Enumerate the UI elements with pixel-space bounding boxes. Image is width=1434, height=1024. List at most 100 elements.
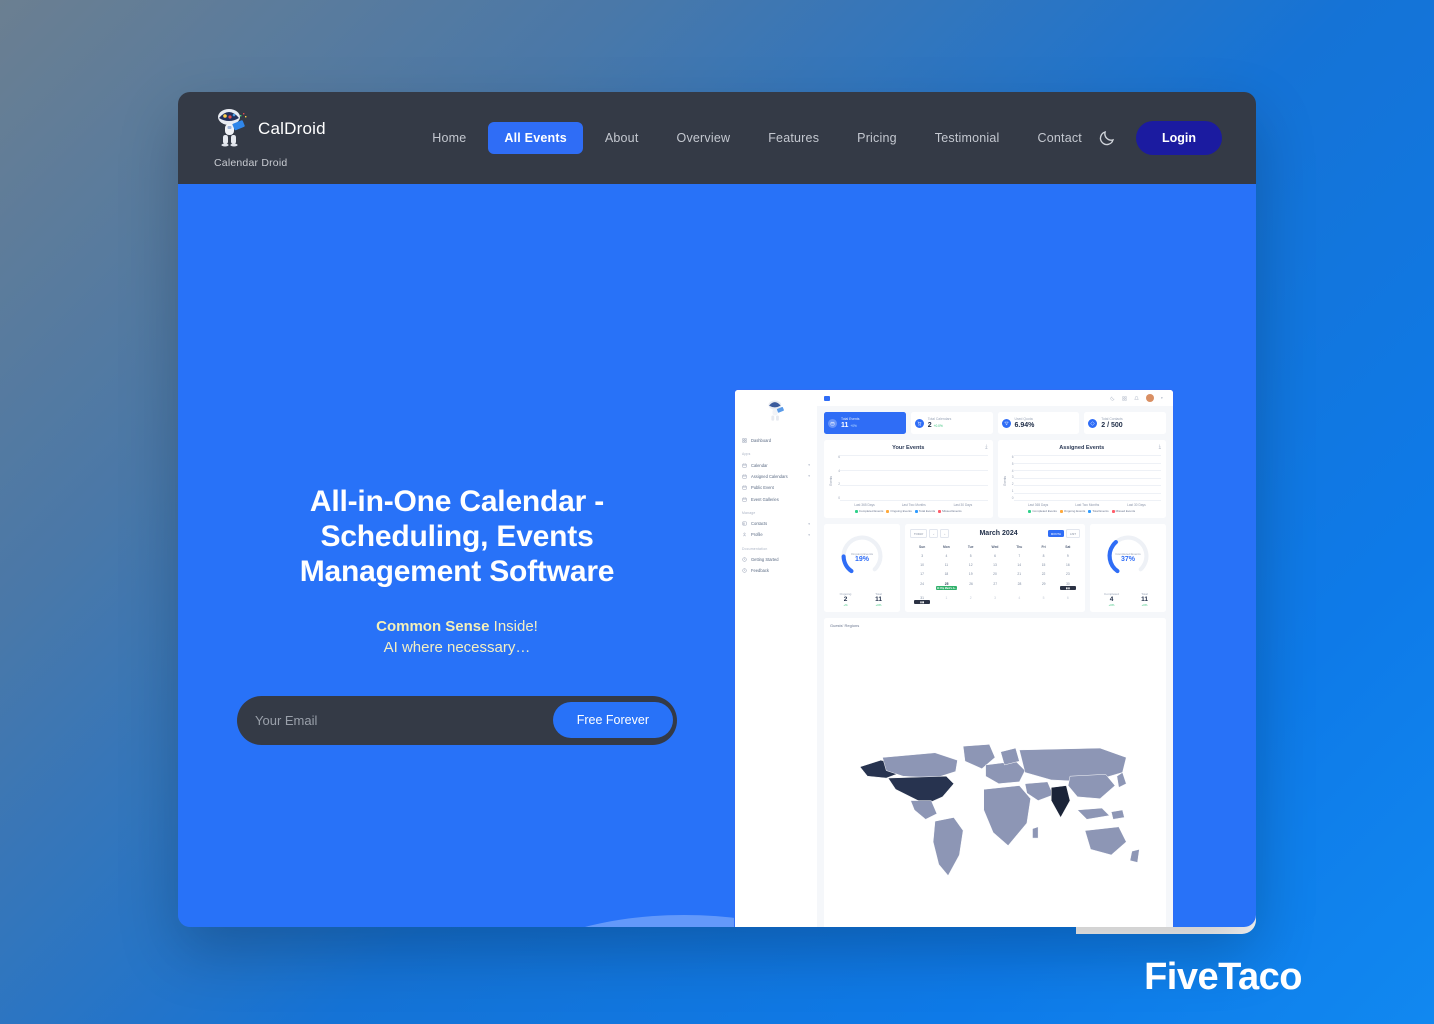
header-actions: Login: [1098, 121, 1222, 155]
sidebar-item-label: Event Galleries: [751, 496, 779, 502]
stat-card-total-events[interactable]: Total Events 11 +0%: [824, 412, 906, 434]
email-input[interactable]: [255, 712, 553, 728]
sidebar-item-calendar[interactable]: Calendar ▾: [735, 459, 817, 470]
hamburger-icon[interactable]: [824, 395, 830, 401]
dow-label: Mon: [943, 544, 950, 549]
chevron-down-icon[interactable]: ▾: [1161, 396, 1166, 401]
calendar-day[interactable]: 12: [959, 561, 983, 570]
sidebar-item-assigned-calendars[interactable]: Assigned Calendars ▾: [735, 471, 817, 482]
calendar-day[interactable]: 4: [1007, 593, 1031, 607]
calendar-day[interactable]: 24: [910, 579, 934, 593]
signup-form: Free Forever: [237, 695, 677, 745]
calendar-week: 24 25 11:45p Mark's b... 26 27 28 29 30 ▮▮▮: [910, 579, 1080, 593]
calendar-day[interactable]: 19: [959, 570, 983, 579]
calendar-grid: Sun Mon Tue Wed Thu Fri Sat 3 4 5 6 7 8 9 10 11 12 13 14 15…: [910, 542, 1080, 607]
brand-logo[interactable]: CalDroid Calendar Droid: [212, 107, 394, 169]
stat-card-used-quota[interactable]: Used Quota 6.94%: [997, 412, 1080, 434]
sidebar-item-dashboard[interactable]: Dashboard: [735, 435, 817, 446]
calendar-day[interactable]: 6: [1056, 593, 1080, 607]
calendar-day[interactable]: 6: [983, 551, 1007, 560]
calendar-day[interactable]: 28: [1007, 579, 1031, 593]
grid-icon-small[interactable]: [1122, 395, 1127, 401]
guests-regions-map: Guests' Regions: [824, 617, 1166, 927]
sidebar-item-event-galleries[interactable]: Event Galleries: [735, 494, 817, 505]
calendar-day[interactable]: 22: [1031, 570, 1055, 579]
sidebar-item-contacts[interactable]: Contacts ▾: [735, 518, 817, 529]
sidebar-item-getting-started[interactable]: Getting Started: [735, 554, 817, 565]
calendar-day[interactable]: 5: [959, 551, 983, 560]
calendar-day[interactable]: 3: [983, 593, 1007, 607]
list-view-button[interactable]: LIST: [1066, 529, 1080, 539]
today-button[interactable]: TODAY: [910, 529, 928, 539]
stat-label: Total Calendars: [927, 417, 952, 421]
gauge-left-stat: Completed 4 +0%: [1104, 591, 1119, 607]
calendar-day[interactable]: 31 ▮▮▮: [910, 593, 934, 607]
nav-link-contact[interactable]: Contact: [1022, 122, 1098, 154]
calendar-day[interactable]: 17: [910, 570, 934, 579]
calendar-day[interactable]: 9: [1056, 551, 1080, 560]
calendar-icon: [742, 497, 747, 502]
calendar-day[interactable]: 1: [934, 593, 958, 607]
bell-icon-small[interactable]: [1133, 395, 1140, 401]
calendar-day[interactable]: 4: [934, 551, 958, 560]
calendar-day[interactable]: 25 11:45p Mark's b...: [934, 579, 959, 593]
calendar-event[interactable]: ▮▮▮: [1059, 586, 1077, 591]
stat-delta: +0%: [850, 424, 857, 428]
calendar-day[interactable]: 18: [934, 570, 958, 579]
calendar-day[interactable]: 3: [910, 551, 934, 560]
calendar-day[interactable]: 2: [959, 593, 983, 607]
nav-link-about[interactable]: About: [589, 122, 655, 154]
nav-link-overview[interactable]: Overview: [661, 122, 747, 154]
filter-icon: [1001, 418, 1011, 428]
calendar-day[interactable]: 11: [934, 561, 958, 570]
completed-events-gauge: Completed Events 37% Completed 4 +0% Total 11 +…: [1090, 524, 1166, 612]
stat-value: 2 +0.0%: [927, 422, 943, 429]
calendar-day[interactable]: 16: [1056, 561, 1080, 570]
robot-icon-small: [768, 400, 784, 421]
prev-month-button[interactable]: ‹: [929, 529, 939, 539]
calendar-day[interactable]: 23: [1056, 570, 1080, 579]
free-forever-button[interactable]: Free Forever: [552, 702, 673, 739]
chart-legend: Completed Events Ongoing Events Total Even…: [1003, 509, 1162, 513]
stat-card-total-contacts[interactable]: Total Contacts 2 / 500: [1084, 412, 1166, 434]
download-icon[interactable]: ⤓: [1159, 444, 1161, 450]
calendar-day[interactable]: 15: [1031, 561, 1055, 570]
calendar-day[interactable]: 10: [910, 561, 934, 570]
avatar[interactable]: [1146, 394, 1154, 402]
month-view-button[interactable]: MONTH: [1047, 530, 1065, 538]
download-icon[interactable]: ⤓: [985, 444, 987, 450]
calendar-day[interactable]: 13: [983, 561, 1007, 570]
moon-icon[interactable]: [1098, 129, 1116, 147]
sidebar-item-feedback[interactable]: Feedback: [735, 565, 817, 576]
calendar-event[interactable]: ▮▮▮: [914, 600, 931, 605]
calendar-header: TODAY ‹ › March 2024 MONTH LIST: [910, 529, 1080, 539]
sidebar-item-label: Contacts: [751, 521, 768, 527]
calendar-day[interactable]: 8: [1031, 551, 1055, 560]
nav-link-pricing[interactable]: Pricing: [841, 122, 913, 154]
main-navigation: Home All Events About Overview Features Prici…: [416, 122, 1098, 154]
x-tick-label: Last Two Months: [901, 503, 926, 507]
moon-icon-small[interactable]: [1110, 396, 1115, 401]
nav-link-features[interactable]: Features: [752, 122, 835, 154]
legend-item: Total Events: [1088, 509, 1109, 513]
chart-your-events: Your Events⤓Events6420Last 365 DaysLast …: [824, 440, 993, 518]
sidebar-item-public-event[interactable]: Public Event: [735, 482, 817, 493]
calendar-day[interactable]: 14: [1007, 561, 1031, 570]
nav-link-testimonial[interactable]: Testimonial: [919, 122, 1016, 154]
stat-card-total-calendars[interactable]: Total Calendars 2 +0.0%: [910, 412, 993, 434]
next-month-button[interactable]: ›: [940, 529, 950, 539]
calendar-day[interactable]: 27: [983, 579, 1007, 593]
bars: [1014, 455, 1162, 500]
nav-link-home[interactable]: Home: [416, 122, 482, 154]
calendar-event[interactable]: 11:45p Mark's b...: [935, 586, 958, 591]
calendar-day[interactable]: 26: [959, 579, 983, 593]
nav-link-all-events[interactable]: All Events: [488, 122, 583, 154]
calendar-day[interactable]: 20: [983, 570, 1007, 579]
sidebar-item-profile[interactable]: Profile ▾: [735, 529, 817, 540]
login-button[interactable]: Login: [1135, 121, 1222, 155]
calendar-day[interactable]: 29: [1032, 579, 1056, 593]
calendar-day[interactable]: 21: [1007, 570, 1031, 579]
calendar-day[interactable]: 30 ▮▮▮: [1056, 579, 1080, 593]
calendar-day[interactable]: 5: [1031, 593, 1055, 607]
calendar-day[interactable]: 7: [1007, 551, 1031, 560]
